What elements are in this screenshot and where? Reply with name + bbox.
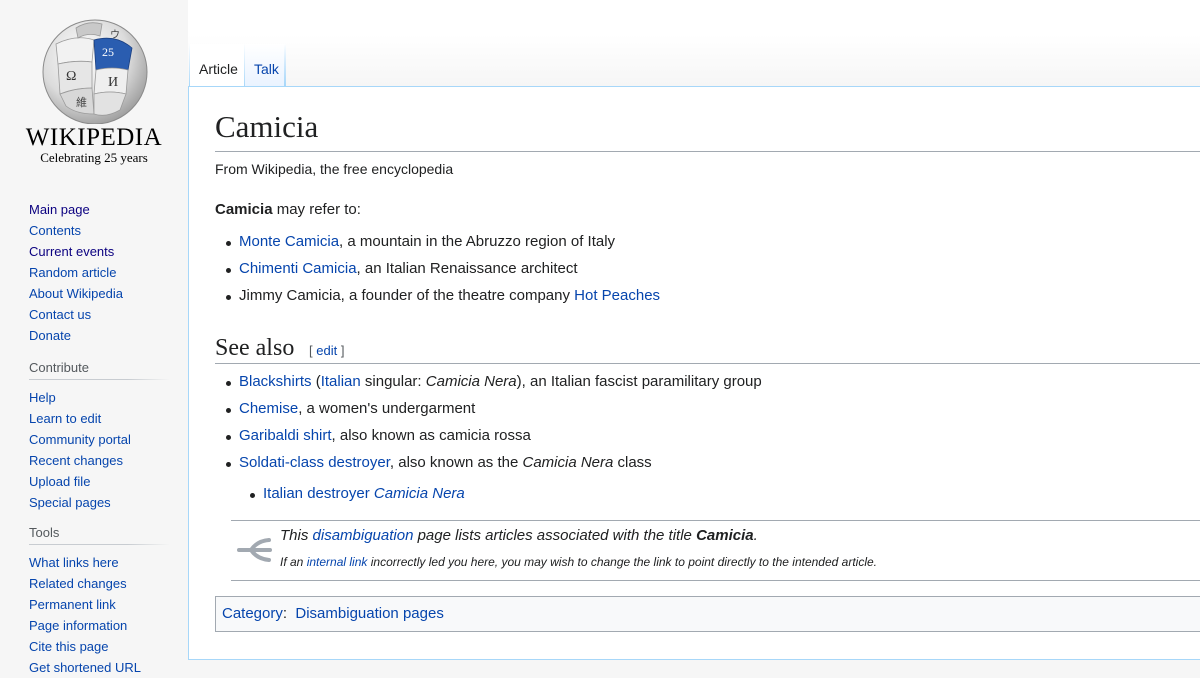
wikipedia-logo[interactable]: 25 Ω И 維 ウ WIKIPEDIA Celebrating 25 year… [0,0,188,175]
page-header-background [188,0,1200,86]
list-item-text: class [613,454,652,471]
list-item-text: singular: [360,373,426,390]
sidebar-item-cite-this-page[interactable]: Cite this page [29,639,109,654]
intro-bold-term: Camicia [215,201,273,218]
sidebar-heading-contribute: Contribute [29,360,169,380]
link-italian[interactable]: Italian [321,373,361,390]
list-item: Soldati-class destroyer, also known as t… [215,453,762,480]
see-also-title: See also [215,335,295,361]
sidebar-item-permanent-link[interactable]: Permanent link [29,597,116,612]
disambiguation-icon [237,538,272,562]
svg-text:ウ: ウ [110,29,120,41]
dab-text: page lists articles associated with the … [413,527,697,544]
edit-bracket-close: ] [337,343,345,358]
sidebar-item-what-links-here[interactable]: What links here [29,555,119,570]
tab-talk[interactable]: Talk [245,44,286,86]
link-blackshirts[interactable]: Blackshirts [239,373,312,390]
site-subtitle: From Wikipedia, the free encyclopedia [215,161,454,177]
see-also-heading: See also [ edit ] [215,332,1200,364]
link-hot-peaches[interactable]: Hot Peaches [574,287,660,304]
list-item-text: , an Italian Renaissance architect [356,260,578,277]
disambiguation-list: Monte Camicia, a mountain in the Abruzzo… [215,232,660,313]
sidebar-item-recent-changes[interactable]: Recent changes [29,453,123,468]
link-chemise[interactable]: Chemise [239,400,298,417]
wikipedia-puzzle-globe-icon: 25 Ω И 維 ウ [42,19,148,124]
svg-text:И: И [108,75,118,90]
link-soldati-class-destroyer[interactable]: Soldati-class destroyer [239,454,390,471]
sidebar-item-main-page[interactable]: Main page [29,202,90,217]
logo-tagline: Celebrating 25 years [40,150,148,165]
svg-text:Ω: Ω [66,69,76,84]
sidebar-navigation: Main page Contents Current events Random… [29,199,169,346]
sidebar-item-contact-us[interactable]: Contact us [29,307,91,322]
list-item-italic: Camicia Nera [522,454,614,471]
sub-link-text: Italian destroyer [263,485,374,502]
list-item: Chemise, a women's undergarment [215,399,762,426]
svg-text:25: 25 [102,45,114,59]
sidebar-item-help[interactable]: Help [29,390,56,405]
see-also-list: Blackshirts (Italian singular: Camicia N… [215,372,762,480]
intro-text: may refer to: [272,201,361,218]
article-content: Camicia From Wikipedia, the free encyclo… [188,86,1200,660]
sidebar-item-special-pages[interactable]: Special pages [29,495,111,510]
dab-subtext: If an [280,555,307,569]
wikipedia-wordmark: WIKIPEDIA [25,124,163,151]
list-item-text: , also known as camicia rossa [331,427,531,444]
sidebar-item-page-information[interactable]: Page information [29,618,127,633]
sidebar-item-random-article[interactable]: Random article [29,265,116,280]
sidebar-item-contents[interactable]: Contents [29,223,81,238]
list-item-italic: Camicia Nera [425,373,517,390]
intro-paragraph: Camicia may refer to: [215,200,361,220]
list-item-text: ), an Italian fascist paramilitary group [516,373,762,390]
tab-article[interactable]: Article [189,44,245,86]
link-disambiguation[interactable]: disambiguation [313,527,414,544]
sidebar-item-donate[interactable]: Donate [29,328,71,343]
list-item-text: Jimmy Camicia, a founder of the theatre … [239,287,575,304]
edit-section-link[interactable]: edit [316,343,337,358]
link-garibaldi-shirt[interactable]: Garibaldi shirt [239,427,332,444]
link-monte-camicia[interactable]: Monte Camicia [239,233,339,250]
list-item-text: ( [311,373,321,390]
sidebar-item-upload-file[interactable]: Upload file [29,474,90,489]
link-chimenti-camicia[interactable]: Chimenti Camicia [239,260,357,277]
list-item-text: , a mountain in the Abruzzo region of It… [339,233,616,250]
dab-text: . [753,527,758,544]
sidebar-item-community-portal[interactable]: Community portal [29,432,131,447]
section-edit: [ edit ] [309,343,344,358]
disambiguation-subtext: If an internal link incorrectly led you … [280,555,877,569]
svg-text:維: 維 [76,96,87,109]
list-item: Blackshirts (Italian singular: Camicia N… [215,372,762,399]
dab-title-bold: Camicia [696,527,754,544]
list-item: Garibaldi shirt, also known as camicia r… [215,426,762,453]
category-separator: : [282,605,296,622]
list-item: Jimmy Camicia, a founder of the theatre … [215,286,660,313]
dab-text: This [280,527,313,544]
link-disambiguation-pages[interactable]: Disambiguation pages [295,605,443,622]
sidebar-tools: Tools What links here Related changes Pe… [29,525,169,678]
link-internal-link[interactable]: internal link [307,555,368,569]
sub-link-italic: Camicia Nera [373,485,465,502]
sidebar-item-current-events[interactable]: Current events [29,244,114,259]
disambiguation-text: This disambiguation page lists articles … [280,527,758,544]
link-category[interactable]: Category [222,605,283,622]
sidebar-item-get-shortened-url[interactable]: Get shortened URL [29,660,141,675]
page-title: Camicia [215,109,1200,152]
category-links: Category: Disambiguation pages [215,596,1200,632]
sub-list-item: Italian destroyer Camicia Nera [239,484,465,504]
list-item-text: , also known as the [389,454,523,471]
sidebar-item-related-changes[interactable]: Related changes [29,576,127,591]
sidebar-item-about-wikipedia[interactable]: About Wikipedia [29,286,123,301]
sidebar-heading-tools: Tools [29,525,169,545]
disambiguation-notice: This disambiguation page lists articles … [231,520,1200,581]
list-item-text: , a women's undergarment [298,400,476,417]
sidebar-item-learn-to-edit[interactable]: Learn to edit [29,411,101,426]
link-italian-destroyer-camicia-nera[interactable]: Italian destroyer Camicia Nera [263,485,465,502]
dab-subtext: incorrectly led you here, you may wish t… [367,555,877,569]
sidebar-contribute: Contribute Help Learn to edit Community … [29,360,169,513]
list-item: Monte Camicia, a mountain in the Abruzzo… [215,232,660,259]
list-item: Chimenti Camicia, an Italian Renaissance… [215,259,660,286]
